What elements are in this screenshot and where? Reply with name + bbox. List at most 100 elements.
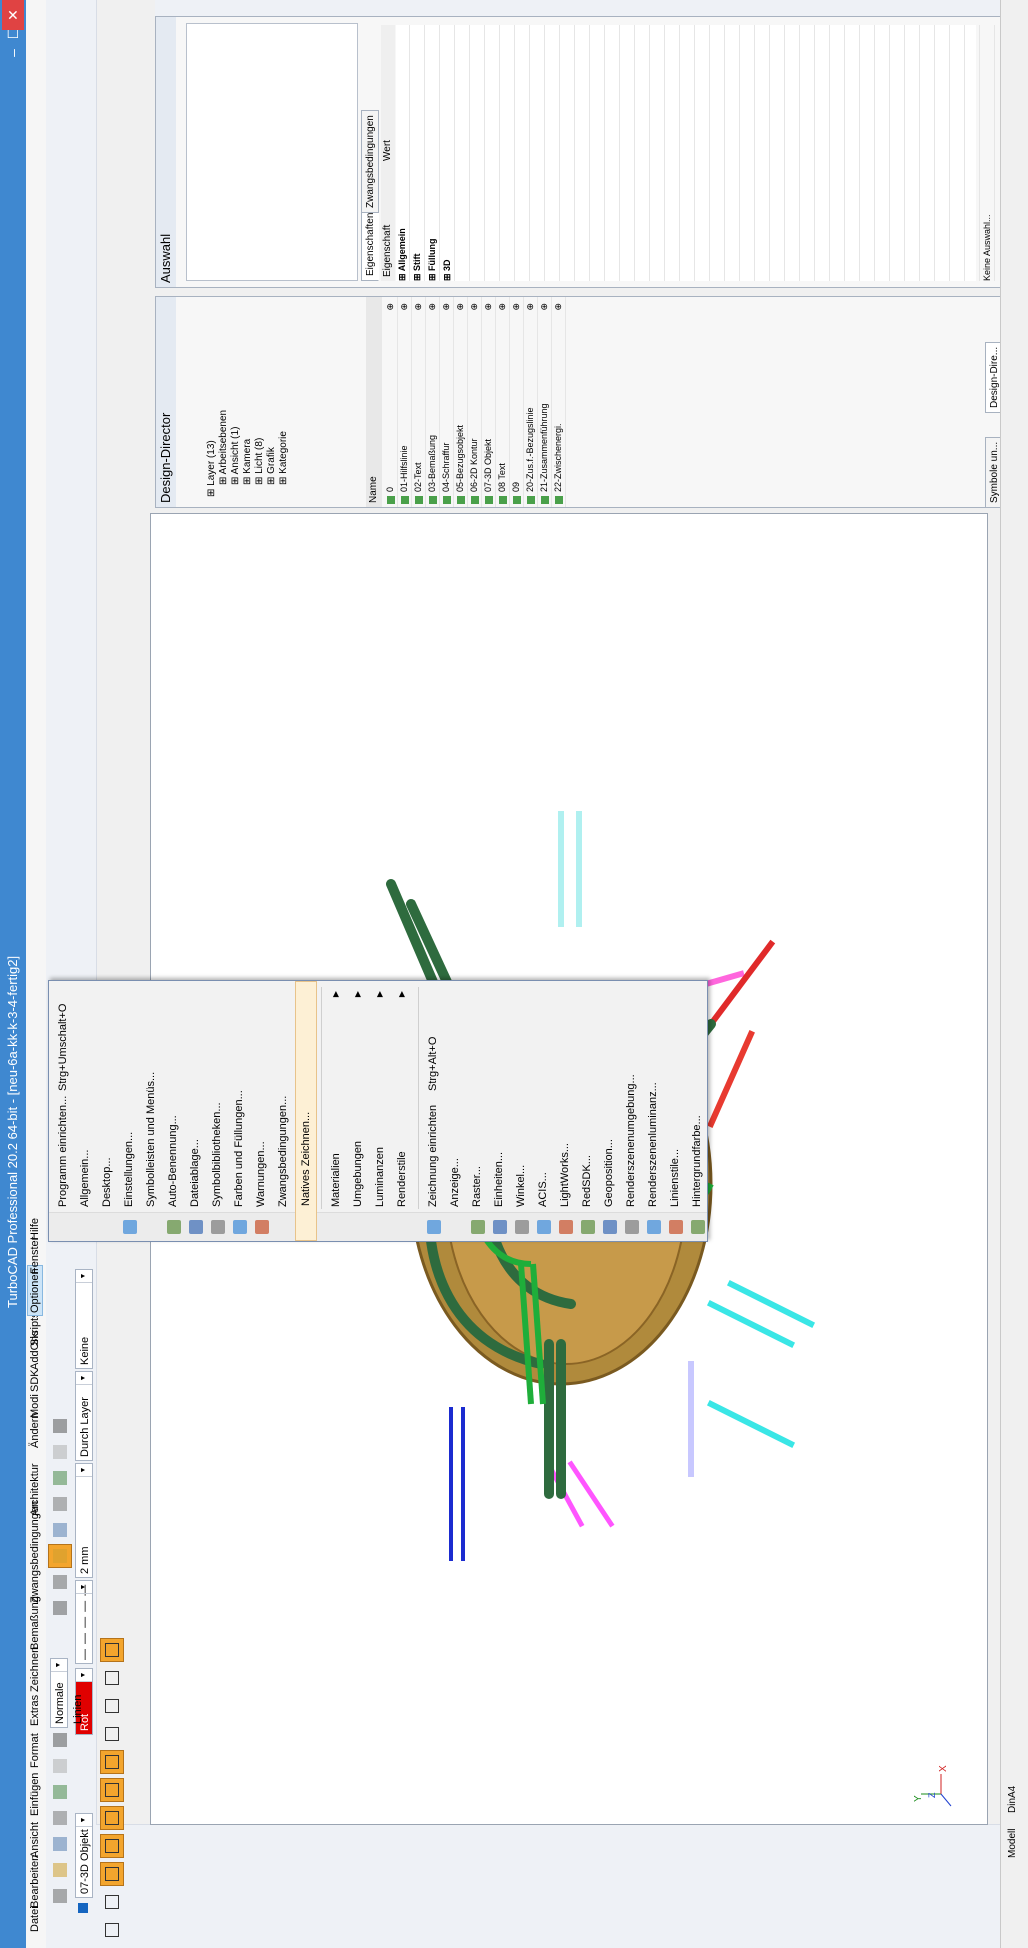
- menu-item-21[interactable]: Einheiten...: [489, 981, 511, 1241]
- menu-item-14[interactable]: Umgebungen ▶: [348, 981, 370, 1241]
- palette-tool-8[interactable]: [100, 1694, 124, 1718]
- toolbar-button-2[interactable]: [48, 1832, 72, 1856]
- tab-eigenschaften[interactable]: Eigenschaften: [361, 207, 379, 281]
- menu-item-8[interactable]: Farben und Füllungen...: [229, 981, 251, 1241]
- menu-16[interactable]: Fenster: [29, 1237, 41, 1274]
- menu-4[interactable]: Format: [29, 1733, 41, 1768]
- tree-item-3[interactable]: ⊞ Kamera: [242, 410, 254, 497]
- tree-item-2[interactable]: ⊞ Ansicht (1): [230, 410, 242, 497]
- menu-11[interactable]: Modi: [29, 1394, 41, 1418]
- palette-tool-1[interactable]: [100, 1890, 124, 1914]
- tree-item-0[interactable]: ⊞ Layer (13): [206, 410, 218, 497]
- menu-item-3[interactable]: Einstellungen...: [119, 981, 141, 1241]
- menu-7[interactable]: Bemaßung: [29, 1596, 41, 1650]
- property-row[interactable]: ⊞ Allgemein: [396, 25, 410, 281]
- toolbar-button-5[interactable]: [48, 1754, 72, 1778]
- palette-tool-7[interactable]: [100, 1722, 124, 1746]
- layer-row[interactable]: 04-Schraffur ⊕: [440, 297, 454, 507]
- layer-row[interactable]: 06-2D Kontur ⊕: [468, 297, 482, 507]
- menu-item-1[interactable]: Allgemein...: [75, 981, 97, 1241]
- menu-item-29[interactable]: Linienstile...: [665, 981, 687, 1241]
- by-layer-select[interactable]: Durch Layer ▼: [75, 1371, 93, 1461]
- menu-item-0[interactable]: Programm einrichten... Strg+Umschalt+O: [53, 981, 75, 1241]
- tree-item-6[interactable]: ⊞ Kategorie: [278, 410, 290, 497]
- menu-14[interactable]: Skripts: [29, 1312, 41, 1346]
- tree-item-1[interactable]: ⊞ Arbeitsebenen: [218, 410, 230, 497]
- layer-row[interactable]: 01-Hilfslinie ⊕: [398, 297, 412, 507]
- property-row[interactable]: ⊞ Füllung: [426, 25, 440, 281]
- menu-item-20[interactable]: Raster...: [467, 981, 489, 1241]
- toolbar-button-15[interactable]: [48, 1414, 72, 1438]
- palette-tool-0[interactable]: [100, 1918, 124, 1942]
- menu-item-18[interactable]: Zeichnung einrichten Strg+Alt+O: [423, 981, 445, 1241]
- toolbar-button-9[interactable]: [48, 1570, 72, 1594]
- palette-tool-6[interactable]: [100, 1750, 124, 1774]
- toolbar-button-8[interactable]: [48, 1596, 72, 1620]
- layer-row[interactable]: 05-Bezugsobjekt ⊕: [454, 297, 468, 507]
- menu-6[interactable]: Zeichnen: [29, 1647, 41, 1692]
- menu-item-5[interactable]: Auto-Benennung...: [163, 981, 185, 1241]
- menu-12[interactable]: SDK: [29, 1369, 41, 1392]
- toolbar-button-12[interactable]: [48, 1492, 72, 1516]
- selection-list[interactable]: [186, 23, 358, 281]
- menu-17[interactable]: Hilfe: [29, 1218, 41, 1240]
- layer-row[interactable]: 0 ⊕: [384, 297, 398, 507]
- palette-tool-10[interactable]: [100, 1638, 124, 1662]
- toolbar-button-4[interactable]: [48, 1780, 72, 1804]
- layer-row[interactable]: 21-Zusammenführung ⊕: [538, 297, 552, 507]
- menu-item-6[interactable]: Dateiablage...: [185, 981, 207, 1241]
- line-style-select[interactable]: Normale Linien ▼: [50, 1658, 84, 1728]
- menu-item-9[interactable]: Warnungen...: [251, 981, 273, 1241]
- toolbar-button-14[interactable]: [48, 1440, 72, 1464]
- palette-tool-2[interactable]: [100, 1862, 124, 1886]
- palette-tool-5[interactable]: [100, 1778, 124, 1802]
- layer-row[interactable]: 03-Bemaßung ⊕: [426, 297, 440, 507]
- menu-item-25[interactable]: RedSDK...: [577, 981, 599, 1241]
- palette-tool-3[interactable]: [100, 1834, 124, 1858]
- property-row[interactable]: ⊞ Stift: [411, 25, 425, 281]
- toolbar-button-13[interactable]: [48, 1466, 72, 1490]
- layer-row[interactable]: 20-Zus.f.-Bezugslinie ⊕: [524, 297, 538, 507]
- menu-9[interactable]: Architektur: [29, 1463, 41, 1516]
- property-row[interactable]: ⊞ 3D: [441, 25, 455, 281]
- sheet-tab[interactable]: DinA4: [1007, 1786, 1018, 1813]
- layer-select[interactable]: 07-3D Objekt ▼: [75, 1813, 93, 1898]
- menu-item-22[interactable]: Winkel...: [511, 981, 533, 1241]
- width-select[interactable]: 2 mm ▼: [75, 1463, 93, 1578]
- toolbar-button-6[interactable]: [48, 1728, 72, 1752]
- menu-5[interactable]: Extras: [29, 1695, 41, 1726]
- menu-item-7[interactable]: Symbolbibliotheken...: [207, 981, 229, 1241]
- none-select[interactable]: Keine ▼: [75, 1269, 93, 1369]
- layer-row[interactable]: 07-3D Objekt ⊕: [482, 297, 496, 507]
- close-button[interactable]: ✕: [2, 0, 24, 30]
- model-tab[interactable]: Modell: [1007, 1829, 1018, 1858]
- menu-item-2[interactable]: Desktop...: [97, 981, 119, 1241]
- menu-item-27[interactable]: Renderszenenumgebung...: [621, 981, 643, 1241]
- toolbar-button-10[interactable]: [48, 1544, 72, 1568]
- tree-item-5[interactable]: ⊞ Grafik: [266, 410, 278, 497]
- layer-row[interactable]: 08 Text ⊕: [496, 297, 510, 507]
- tree-item-4[interactable]: ⊞ Licht (8): [254, 410, 266, 497]
- toolbar-button-1[interactable]: [48, 1858, 72, 1882]
- menu-item-4[interactable]: Symbolleisten und Menüs...: [141, 981, 163, 1241]
- layer-row[interactable]: 09 ⊕: [510, 297, 524, 507]
- palette-tool-4[interactable]: [100, 1806, 124, 1830]
- layer-row[interactable]: 22-Zwischenergi. ⊕: [552, 297, 566, 507]
- toolbar-button-3[interactable]: [48, 1806, 72, 1830]
- menu-item-26[interactable]: Geoposition...: [599, 981, 621, 1241]
- menu-8[interactable]: Zwangsbedingungen: [29, 1501, 41, 1603]
- menu-item-11[interactable]: Natives Zeichnen...: [295, 981, 317, 1241]
- menu-item-24[interactable]: LightWorks...: [555, 981, 577, 1241]
- menu-2[interactable]: Ansicht: [29, 1822, 41, 1858]
- layer-row[interactable]: 02-Text ⊕: [412, 297, 426, 507]
- palette-tool-9[interactable]: [100, 1666, 124, 1690]
- toolbar-button-0[interactable]: [48, 1884, 72, 1908]
- menu-3[interactable]: Einfügen: [29, 1773, 41, 1816]
- menu-item-10[interactable]: Zwangsbedingungen...: [273, 981, 295, 1241]
- menu-item-19[interactable]: Anzeige...: [445, 981, 467, 1241]
- menu-item-16[interactable]: Renderstile ▶: [392, 981, 414, 1241]
- menu-item-30[interactable]: Hintergrundfarbe...: [687, 981, 709, 1241]
- toolbar-button-11[interactable]: [48, 1518, 72, 1542]
- line-pattern-select[interactable]: — — — — — ▼: [75, 1580, 93, 1664]
- tab-zwangsbedingungen[interactable]: Zwangsbedingungen: [361, 110, 379, 213]
